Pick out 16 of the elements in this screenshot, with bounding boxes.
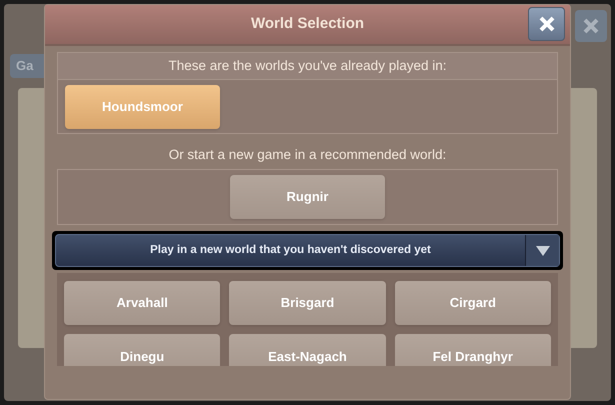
world-button[interactable]: Rugnir — [230, 175, 385, 219]
caret-icon — [534, 244, 550, 256]
world-button[interactable]: Cirgard — [394, 281, 551, 325]
world-button[interactable]: Brisgard — [229, 281, 386, 325]
world-button[interactable]: Arvahall — [64, 281, 220, 325]
section-heading: These are the worlds you've already played in: — [168, 56, 446, 75]
close-icon — [582, 17, 600, 35]
world-button[interactable]: Dinegu — [64, 334, 220, 366]
world-button[interactable]: East-Nagach — [229, 334, 386, 366]
world-button[interactable]: Houndsmoor — [65, 84, 220, 128]
window-title: World Selection — [250, 14, 364, 34]
close-button[interactable] — [528, 7, 565, 41]
close-icon — [538, 15, 556, 33]
world-button[interactable]: Fel Dranghyr — [394, 334, 551, 366]
section-heading: Or start a new game in a recommended world: — [168, 146, 446, 164]
world-dropdown[interactable]: Play in a new world that you haven't discovered yet — [55, 234, 560, 267]
